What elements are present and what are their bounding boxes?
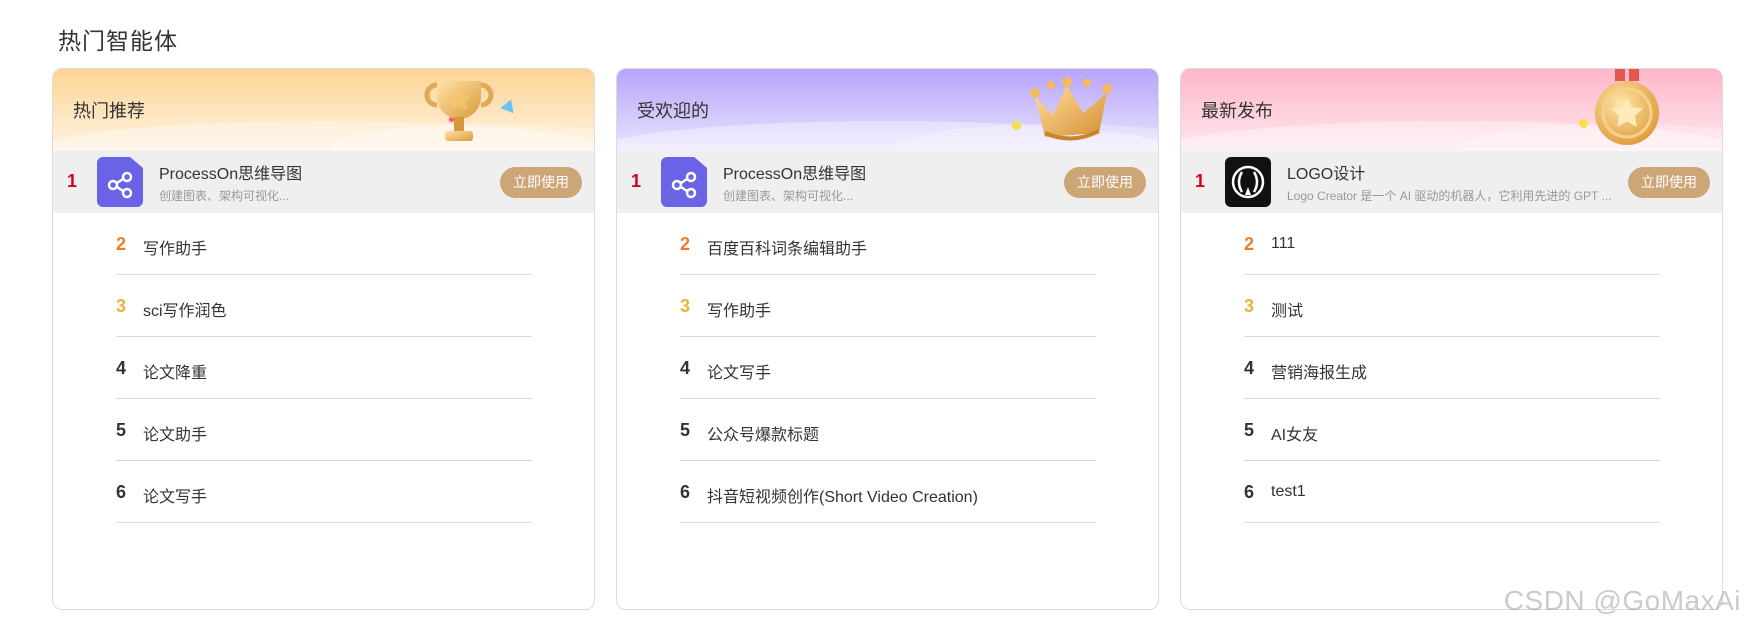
top-ranked-item[interactable]: 1 ProcessOn思维导图 创建图表、架构可视化... 立即使用 bbox=[617, 151, 1158, 213]
card-header: 热门推荐 bbox=[53, 69, 594, 151]
item-label: 公众号爆款标题 bbox=[707, 427, 820, 444]
rank-number: 3 bbox=[680, 296, 691, 316]
ranked-list: 2 写作助手 3 sci写作润色 4 论文降重 5 论文助手 6 论文写手 bbox=[53, 213, 594, 523]
rank-number: 3 bbox=[116, 296, 127, 316]
item-label: 抖音短视频创作(Short Video Creation) bbox=[707, 489, 978, 506]
item-label: 111 bbox=[1271, 235, 1296, 252]
list-item[interactable]: 3 写作助手 bbox=[680, 275, 1096, 337]
section-title: 热门智能体 bbox=[58, 28, 178, 54]
medal-icon bbox=[1595, 69, 1659, 145]
rank-number: 5 bbox=[680, 420, 691, 440]
rank-number: 2 bbox=[680, 234, 691, 254]
rank-number: 6 bbox=[1244, 482, 1255, 502]
logo-creator-icon bbox=[1225, 157, 1271, 207]
rank-number: 2 bbox=[116, 234, 127, 254]
latest-release-card: 最新发布 1 LOGO设计 Logo Creator 是一个 AI 驱动的机器人… bbox=[1180, 68, 1723, 610]
app-description: 创建图表、架构可视化... bbox=[723, 189, 854, 203]
rank-number: 5 bbox=[116, 420, 127, 440]
rank-number: 1 bbox=[67, 171, 78, 191]
card-header: 最新发布 bbox=[1181, 69, 1722, 151]
item-label: 营销海报生成 bbox=[1271, 365, 1368, 382]
card-title: 热门推荐 bbox=[73, 101, 145, 121]
item-label: AI女友 bbox=[1271, 427, 1319, 444]
app-name: ProcessOn思维导图 bbox=[723, 166, 867, 183]
ranked-list: 2 百度百科词条编辑助手 3 写作助手 4 论文写手 5 公众号爆款标题 6 抖音短视频创… bbox=[617, 213, 1158, 523]
item-label: 论文降重 bbox=[143, 365, 208, 382]
card-header: 受欢迎的 bbox=[617, 69, 1158, 151]
crown-icon bbox=[1030, 77, 1112, 141]
list-item[interactable]: 6 论文写手 bbox=[116, 461, 532, 523]
processon-icon bbox=[661, 157, 707, 207]
list-item[interactable]: 5 AI女友 bbox=[1244, 399, 1660, 461]
list-item[interactable]: 4 营销海报生成 bbox=[1244, 337, 1660, 399]
list-item[interactable]: 6 test1 bbox=[1244, 461, 1660, 523]
rank-number: 4 bbox=[1244, 358, 1255, 378]
app-description: Logo Creator 是一个 AI 驱动的机器人，它利用先进的 GPT ..… bbox=[1287, 189, 1612, 203]
rank-number: 2 bbox=[1244, 234, 1255, 254]
item-label: 论文助手 bbox=[143, 427, 208, 444]
rank-number: 1 bbox=[1195, 171, 1206, 191]
top-ranked-item[interactable]: 1 LOGO设计 Logo Creator 是一个 AI 驱动的机器人，它利用先… bbox=[1181, 151, 1722, 213]
rank-number: 4 bbox=[680, 358, 691, 378]
rank-number: 4 bbox=[116, 358, 127, 378]
app-name: ProcessOn思维导图 bbox=[159, 166, 303, 183]
app-name: LOGO设计 bbox=[1287, 166, 1366, 183]
list-item[interactable]: 4 论文降重 bbox=[116, 337, 532, 399]
rank-number: 6 bbox=[680, 482, 691, 502]
list-item[interactable]: 5 论文助手 bbox=[116, 399, 532, 461]
item-label: 百度百科词条编辑助手 bbox=[707, 241, 868, 258]
list-item[interactable]: 2 百度百科词条编辑助手 bbox=[680, 213, 1096, 275]
popular-card: 受欢迎的 1 ProcessOn思维导图 创建图表、架构可视化... 立即使用 … bbox=[616, 68, 1159, 610]
rank-number: 6 bbox=[116, 482, 127, 502]
watermark: CSDN @GoMaxAi bbox=[1503, 585, 1741, 616]
card-title: 最新发布 bbox=[1201, 101, 1273, 121]
item-label: test1 bbox=[1271, 483, 1306, 500]
app-description: 创建图表、架构可视化... bbox=[159, 189, 290, 203]
list-item[interactable]: 4 论文写手 bbox=[680, 337, 1096, 399]
list-item[interactable]: 2 111 bbox=[1244, 213, 1660, 275]
item-label: 论文写手 bbox=[143, 489, 208, 506]
rank-number: 3 bbox=[1244, 296, 1255, 316]
use-now-button[interactable]: 立即使用 bbox=[1064, 167, 1146, 198]
list-item[interactable]: 2 写作助手 bbox=[116, 213, 532, 275]
list-item[interactable]: 5 公众号爆款标题 bbox=[680, 399, 1096, 461]
top-ranked-item[interactable]: 1 ProcessOn思维导图 创建图表、架构可视化... 立即使用 bbox=[53, 151, 594, 213]
item-label: sci写作润色 bbox=[143, 303, 227, 320]
item-label: 写作助手 bbox=[143, 241, 208, 258]
list-item[interactable]: 3 测试 bbox=[1244, 275, 1660, 337]
item-label: 测试 bbox=[1271, 303, 1304, 320]
item-label: 写作助手 bbox=[707, 303, 772, 320]
ranked-list: 2 111 3 测试 4 营销海报生成 5 AI女友 6 test1 bbox=[1181, 213, 1722, 523]
use-now-button[interactable]: 立即使用 bbox=[500, 167, 582, 198]
hot-recommend-card: 热门推荐 1 ProcessOn思维导图 创建图表、架构可视化... 立即使用 bbox=[52, 68, 595, 610]
processon-icon bbox=[97, 157, 143, 207]
item-label: 论文写手 bbox=[707, 365, 772, 382]
use-now-button[interactable]: 立即使用 bbox=[1628, 167, 1710, 198]
list-item[interactable]: 3 sci写作润色 bbox=[116, 275, 532, 337]
rank-number: 1 bbox=[631, 171, 642, 191]
card-title: 受欢迎的 bbox=[637, 101, 709, 121]
list-item[interactable]: 6 抖音短视频创作(Short Video Creation) bbox=[680, 461, 1096, 523]
rank-number: 5 bbox=[1244, 420, 1255, 440]
trophy-icon bbox=[424, 81, 494, 141]
